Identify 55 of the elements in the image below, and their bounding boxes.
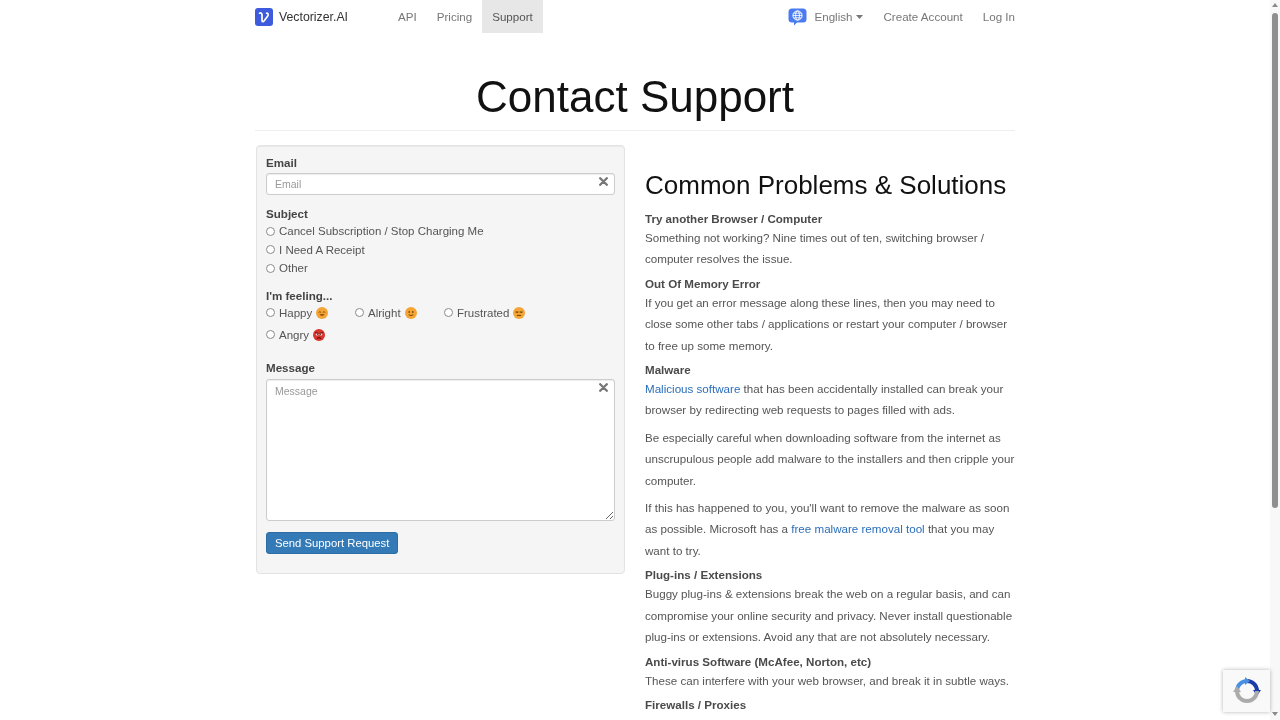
radio-button[interactable] bbox=[355, 308, 364, 318]
nav-link[interactable]: API bbox=[388, 0, 427, 33]
send-button[interactable]: Send Support Request bbox=[266, 532, 399, 554]
nav-link[interactable]: Support bbox=[482, 0, 543, 33]
radio-label[interactable]: Cancel Subscription / Stop Charging Me bbox=[279, 225, 484, 238]
radio-button[interactable] bbox=[266, 330, 275, 340]
radio-label[interactable]: Happy bbox=[279, 306, 313, 319]
clear-icon[interactable] bbox=[599, 383, 608, 392]
problem-heading: Out Of Memory Error bbox=[645, 275, 762, 292]
radio-button[interactable] bbox=[266, 245, 275, 255]
field-label: Message bbox=[266, 360, 315, 375]
globe-icon bbox=[788, 7, 808, 26]
radio-button[interactable] bbox=[266, 308, 275, 318]
text-link[interactable]: free malware removal tool bbox=[791, 522, 925, 536]
logo-icon bbox=[255, 7, 273, 26]
nav-link[interactable]: Create Account bbox=[873, 0, 973, 33]
field-label: I'm feeling... bbox=[266, 287, 333, 303]
paragraph-text: Malicious software that has been accidentally installed can break your browser by redirecting web requests to pages filled with ads. bbox=[645, 381, 1005, 419]
radio-label[interactable]: Alright bbox=[368, 306, 401, 319]
language-dropdown[interactable]: English bbox=[778, 0, 874, 33]
paragraph-text: Be especially careful when downloading software from the internet as unscrupulous people add malware to the installers and then cripple your computer. bbox=[645, 429, 1015, 489]
problem-heading: Try another Browser / Computer bbox=[645, 211, 824, 227]
radio-label[interactable]: Angry bbox=[279, 328, 310, 341]
paragraph-text: These can interfere with your web browser, and break it in subtle ways. bbox=[645, 672, 1011, 689]
paragraph-text: If you get an error message along these lines, then you may need to close some other tabs / applications or restart your computer / browser to free up some memory. bbox=[645, 294, 1009, 354]
radio-button[interactable] bbox=[444, 308, 453, 318]
problem-heading: Anti-virus Software (McAfee, Norton, etc) bbox=[645, 653, 873, 670]
email-field[interactable]: Email bbox=[266, 173, 615, 195]
problem-heading: Firewalls / Proxies bbox=[645, 696, 748, 713]
nav-link[interactable]: Pricing bbox=[426, 0, 483, 33]
scroll-down-arrow-icon[interactable] bbox=[1272, 712, 1278, 716]
paragraph-text: If this has happened to you, you'll want to remove the malware as soon as possible. Microsoft has a free malware removal tool that you may want to try. bbox=[645, 500, 1011, 559]
radio-label[interactable]: I Need A Receipt bbox=[279, 243, 365, 256]
problem-heading: Plug-ins / Extensions bbox=[645, 567, 764, 584]
paragraph-text: Buggy plug-ins & extensions break the web on a regular basis, and can compromise your online security and privacy. Never install questionable plug-ins or extensions. Avoid any that are not absolutely necessary. bbox=[645, 586, 1014, 646]
field-label: Subject bbox=[266, 206, 308, 221]
radio-label[interactable]: Other bbox=[279, 262, 308, 275]
radio-button[interactable] bbox=[266, 263, 275, 273]
circular-arrows-icon bbox=[1232, 677, 1261, 705]
paragraph-text: Something not working? Nine times out of ten, switching browser / computer resolves the issue. bbox=[645, 230, 985, 268]
nav-link[interactable]: Log In bbox=[972, 0, 1025, 33]
scrollbar-thumb[interactable] bbox=[1272, 13, 1278, 508]
radio-button[interactable] bbox=[266, 226, 275, 236]
section-title: Common Problems & Solutions bbox=[645, 171, 1008, 200]
text-link[interactable]: Malicious software bbox=[645, 382, 741, 396]
brand-link[interactable]: Vectorizer.AI bbox=[255, 0, 349, 33]
field-label: Email bbox=[266, 155, 297, 170]
caret-icon bbox=[856, 14, 864, 19]
problem-heading: Malware bbox=[645, 362, 692, 379]
scroll-up-arrow-icon[interactable] bbox=[1272, 3, 1278, 7]
page-title: Contact Support bbox=[475, 73, 795, 121]
scrollbar[interactable] bbox=[1270, 0, 1280, 720]
clear-icon[interactable] bbox=[599, 177, 608, 186]
radio-label[interactable]: Frustrated bbox=[457, 306, 510, 319]
message-field[interactable]: Message bbox=[266, 379, 615, 521]
